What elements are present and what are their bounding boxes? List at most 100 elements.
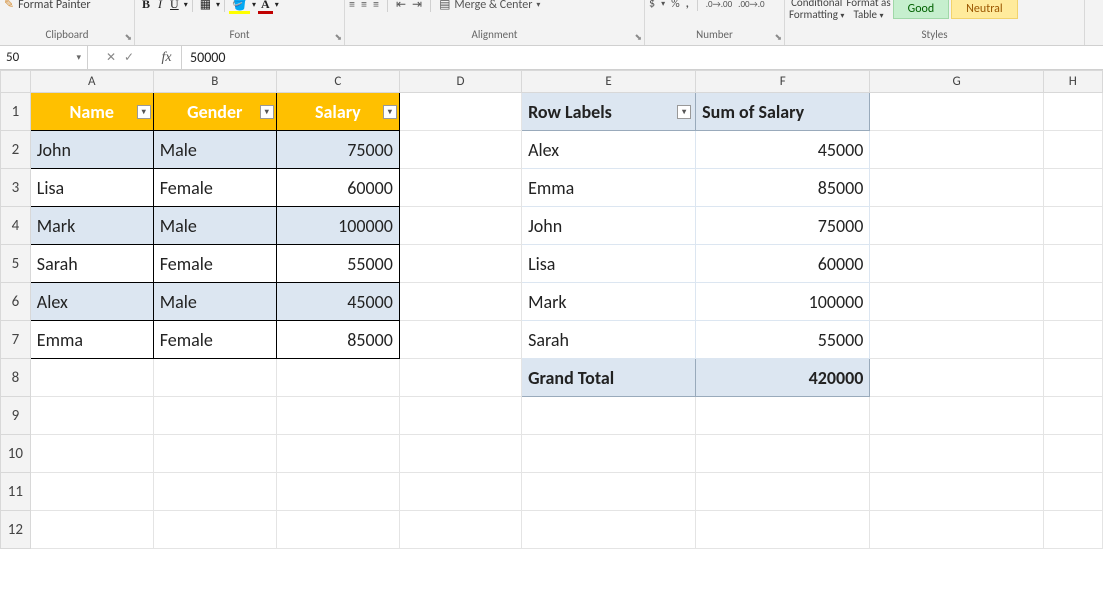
col-header[interactable]: D — [399, 71, 521, 93]
cell[interactable] — [870, 359, 1043, 397]
row-header[interactable]: 9 — [1, 397, 31, 435]
pivot-row-labels-header[interactable]: Row Labels▾ — [522, 93, 696, 131]
row-header[interactable]: 4 — [1, 207, 31, 245]
pivot-row-label[interactable]: Mark — [522, 283, 696, 321]
underline-button[interactable]: U — [167, 0, 182, 12]
row-header[interactable]: 3 — [1, 169, 31, 207]
cell[interactable] — [870, 245, 1043, 283]
cell[interactable] — [870, 93, 1043, 131]
chevron-down-icon[interactable]: ▾ — [76, 52, 81, 63]
cell[interactable] — [1043, 397, 1102, 435]
cell[interactable]: Female — [153, 169, 276, 207]
cell[interactable] — [153, 359, 276, 397]
cell[interactable] — [399, 169, 521, 207]
col-header[interactable]: F — [696, 71, 870, 93]
cell[interactable] — [522, 511, 696, 549]
cell[interactable] — [30, 435, 153, 473]
cell[interactable]: Female — [153, 245, 276, 283]
cell[interactable]: 60000 — [276, 169, 399, 207]
cell[interactable]: Emma — [30, 321, 153, 359]
cell[interactable] — [153, 511, 276, 549]
cell[interactable] — [1043, 131, 1102, 169]
insert-function-button[interactable]: fx — [152, 46, 182, 69]
font-color-button[interactable]: A — [258, 0, 273, 12]
decrease-indent-button[interactable]: ⇤ — [396, 0, 406, 12]
pivot-row-label[interactable]: John — [522, 207, 696, 245]
borders-button[interactable]: ▦ — [197, 0, 214, 12]
row-header[interactable]: 7 — [1, 321, 31, 359]
col-header[interactable]: G — [870, 71, 1043, 93]
col-header[interactable]: B — [153, 71, 276, 93]
cell[interactable] — [153, 473, 276, 511]
cell[interactable] — [522, 435, 696, 473]
cell[interactable] — [276, 435, 399, 473]
cell[interactable]: 45000 — [276, 283, 399, 321]
cell[interactable] — [399, 93, 521, 131]
row-header[interactable]: 5 — [1, 245, 31, 283]
cell[interactable] — [870, 473, 1043, 511]
cell[interactable] — [1043, 207, 1102, 245]
cell[interactable] — [399, 245, 521, 283]
cell[interactable] — [696, 397, 870, 435]
cell[interactable] — [276, 473, 399, 511]
comma-style-button[interactable]: , — [686, 0, 689, 11]
italic-button[interactable]: I — [155, 0, 165, 12]
cell[interactable] — [870, 435, 1043, 473]
dialog-launcher-icon[interactable]: ⬊ — [334, 32, 342, 43]
cell[interactable] — [870, 169, 1043, 207]
dialog-launcher-icon[interactable]: ⬊ — [124, 32, 132, 43]
col-header[interactable]: A — [30, 71, 153, 93]
increase-decimal-button[interactable]: .0→.00 — [706, 0, 732, 10]
increase-indent-button[interactable]: ⇥ — [412, 0, 422, 12]
table-header-salary[interactable]: Salary▾ — [276, 93, 399, 131]
cell[interactable] — [153, 397, 276, 435]
cell[interactable] — [870, 511, 1043, 549]
style-neutral[interactable]: Neutral — [951, 0, 1017, 19]
cell[interactable] — [870, 131, 1043, 169]
col-header[interactable]: E — [522, 71, 696, 93]
cell[interactable]: 55000 — [276, 245, 399, 283]
cell[interactable]: Sarah — [30, 245, 153, 283]
pivot-row-value[interactable]: 75000 — [696, 207, 870, 245]
col-header[interactable]: H — [1043, 71, 1102, 93]
row-header[interactable]: 8 — [1, 359, 31, 397]
align-right-button[interactable]: ≡ — [373, 0, 379, 12]
pivot-grand-total-value[interactable]: 420000 — [696, 359, 870, 397]
filter-dropdown-icon[interactable]: ▾ — [260, 105, 274, 119]
pivot-row-value[interactable]: 45000 — [696, 131, 870, 169]
align-left-button[interactable]: ≡ — [349, 0, 355, 12]
pivot-row-value[interactable]: 55000 — [696, 321, 870, 359]
row-header[interactable]: 2 — [1, 131, 31, 169]
cell[interactable] — [30, 397, 153, 435]
cell[interactable] — [522, 397, 696, 435]
cell[interactable] — [30, 511, 153, 549]
cell[interactable] — [696, 435, 870, 473]
cell[interactable] — [1043, 169, 1102, 207]
filter-dropdown-icon[interactable]: ▾ — [383, 105, 397, 119]
cell[interactable] — [870, 321, 1043, 359]
cell[interactable] — [870, 207, 1043, 245]
cell[interactable] — [1043, 473, 1102, 511]
cell[interactable]: Male — [153, 131, 276, 169]
dialog-launcher-icon[interactable]: ⬊ — [774, 32, 782, 43]
merge-center-button[interactable]: ▤ Merge & Center ▾ — [439, 0, 540, 12]
name-box[interactable]: 50 ▾ — [0, 46, 88, 69]
cell[interactable] — [1043, 511, 1102, 549]
cell[interactable] — [522, 473, 696, 511]
cell[interactable] — [870, 283, 1043, 321]
table-header-name[interactable]: Name▾ — [30, 93, 153, 131]
filter-dropdown-icon[interactable]: ▾ — [137, 105, 151, 119]
cell[interactable] — [399, 207, 521, 245]
cell[interactable]: 75000 — [276, 131, 399, 169]
select-all-corner[interactable] — [1, 71, 31, 93]
cell[interactable]: Mark — [30, 207, 153, 245]
pivot-row-label[interactable]: Sarah — [522, 321, 696, 359]
cell[interactable] — [30, 359, 153, 397]
format-painter-button[interactable]: ✎ Format Painter — [4, 0, 91, 12]
spreadsheet-grid[interactable]: A B C D E F G H 1 Name▾ Gender▾ Salary▾ … — [0, 70, 1103, 549]
percent-button[interactable]: % — [671, 0, 680, 11]
cell[interactable]: Female — [153, 321, 276, 359]
confirm-entry-button[interactable]: ✓ — [124, 50, 134, 65]
cell[interactable] — [399, 473, 521, 511]
cell[interactable] — [1043, 435, 1102, 473]
